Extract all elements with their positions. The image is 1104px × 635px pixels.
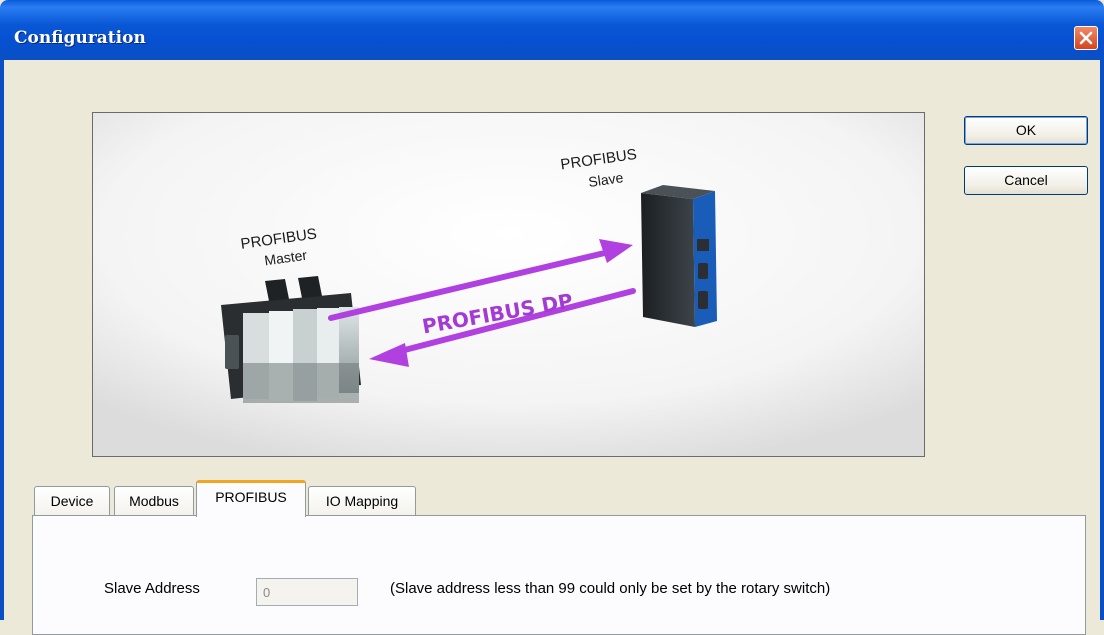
slave-address-input[interactable]: 0 <box>256 578 358 606</box>
window-border-left <box>0 60 4 620</box>
title-bar: Configuration <box>0 0 1104 60</box>
tab-modbus[interactable]: Modbus <box>114 486 194 516</box>
slave-address-note: (Slave address less than 99 could only b… <box>390 580 831 597</box>
window-title: Configuration <box>14 28 146 48</box>
slave-address-label: Slave Address <box>104 580 200 597</box>
ok-button[interactable]: OK <box>964 116 1088 145</box>
close-icon <box>1079 31 1093 45</box>
tab-profibus[interactable]: PROFIBUS <box>196 480 306 517</box>
close-button[interactable] <box>1074 26 1098 50</box>
window-border-right <box>1100 60 1104 620</box>
profibus-tab-panel <box>32 515 1086 635</box>
diagram-image: PROFIBUS Master PROFIBUS Slave PROFIBUS … <box>92 112 925 457</box>
tab-device[interactable]: Device <box>34 486 110 516</box>
tab-io-mapping[interactable]: IO Mapping <box>308 486 416 516</box>
cancel-button[interactable]: Cancel <box>964 166 1088 195</box>
profibus-slave-device <box>641 185 717 327</box>
